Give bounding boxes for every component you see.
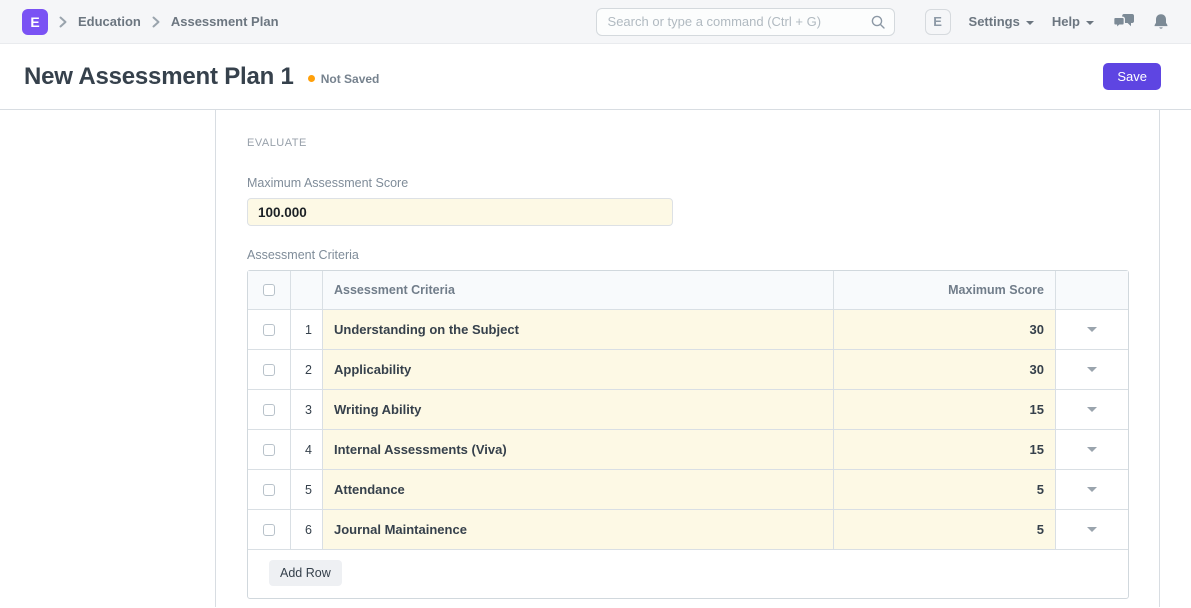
select-all-checkbox[interactable]: [263, 284, 275, 296]
row-checkbox-cell: [248, 510, 290, 549]
chevron-right-icon: [59, 16, 67, 28]
criteria-cell[interactable]: Understanding on the Subject: [322, 310, 833, 349]
grid-header-row: Assessment Criteria Maximum Score: [248, 271, 1128, 309]
search-input[interactable]: [596, 8, 895, 36]
criteria-cell[interactable]: Journal Maintainence: [322, 510, 833, 549]
navbar: E Education Assessment Plan E Settings H…: [0, 0, 1191, 44]
chevron-down-icon: [1087, 487, 1097, 492]
chevron-down-icon: [1026, 21, 1034, 25]
row-checkbox[interactable]: [263, 364, 275, 376]
not-saved-dot-icon: [308, 75, 315, 82]
page-head: New Assessment Plan 1 Not Saved Save: [0, 44, 1191, 110]
chevron-down-icon: [1087, 407, 1097, 412]
row-index: 1: [290, 310, 322, 349]
save-button[interactable]: Save: [1103, 63, 1161, 90]
max-score-input[interactable]: [247, 198, 673, 226]
content-area: EVALUATE Maximum Assessment Score Assess…: [0, 110, 1191, 607]
row-index: 3: [290, 390, 322, 429]
assessment-criteria-grid: Assessment Criteria Maximum Score 1 Unde…: [247, 270, 1129, 599]
table-row: 3 Writing Ability 15: [248, 389, 1128, 429]
score-cell[interactable]: 15: [833, 390, 1055, 429]
row-checkbox-cell: [248, 430, 290, 469]
form-body: EVALUATE Maximum Assessment Score Assess…: [216, 110, 1160, 607]
row-expand-button[interactable]: [1055, 390, 1128, 429]
table-row: 4 Internal Assessments (Viva) 15: [248, 429, 1128, 469]
page-title: New Assessment Plan 1: [24, 63, 294, 91]
header-actions-cell: [1055, 271, 1128, 309]
row-checkbox[interactable]: [263, 324, 275, 336]
chat-icon[interactable]: [1112, 13, 1135, 31]
row-expand-button[interactable]: [1055, 350, 1128, 389]
add-row-button[interactable]: Add Row: [269, 560, 342, 586]
grid-footer: Add Row: [248, 549, 1128, 598]
chevron-down-icon: [1086, 21, 1094, 25]
app-logo[interactable]: E: [22, 9, 48, 35]
row-index: 4: [290, 430, 322, 469]
row-expand-button[interactable]: [1055, 310, 1128, 349]
notifications-bell-icon[interactable]: [1153, 13, 1169, 31]
user-avatar[interactable]: E: [925, 9, 951, 35]
criteria-cell[interactable]: Internal Assessments (Viva): [322, 430, 833, 469]
table-row: 6 Journal Maintainence 5: [248, 509, 1128, 549]
chevron-right-icon: [152, 16, 160, 28]
form-sidebar-spacer: [0, 110, 216, 607]
criteria-cell[interactable]: Applicability: [322, 350, 833, 389]
row-checkbox[interactable]: [263, 484, 275, 496]
global-search: [596, 8, 895, 36]
right-spacer: [1160, 110, 1191, 607]
navbar-right: E Settings Help: [596, 8, 1169, 36]
score-cell[interactable]: 5: [833, 470, 1055, 509]
settings-label: Settings: [969, 14, 1020, 29]
row-checkbox[interactable]: [263, 404, 275, 416]
criteria-cell[interactable]: Attendance: [322, 470, 833, 509]
status-label: Not Saved: [321, 72, 380, 86]
row-expand-button[interactable]: [1055, 470, 1128, 509]
criteria-cell[interactable]: Writing Ability: [322, 390, 833, 429]
assessment-criteria-label: Assessment Criteria: [247, 248, 1159, 262]
score-cell[interactable]: 30: [833, 350, 1055, 389]
chevron-down-icon: [1087, 367, 1097, 372]
row-checkbox[interactable]: [263, 524, 275, 536]
help-menu[interactable]: Help: [1052, 14, 1094, 29]
row-checkbox-cell: [248, 350, 290, 389]
status-indicator: Not Saved: [308, 72, 380, 86]
help-label: Help: [1052, 14, 1080, 29]
score-cell[interactable]: 15: [833, 430, 1055, 469]
header-criteria-cell: Assessment Criteria: [322, 271, 833, 309]
row-index: 6: [290, 510, 322, 549]
row-expand-button[interactable]: [1055, 430, 1128, 469]
search-icon: [870, 14, 886, 35]
header-index-cell: [290, 271, 322, 309]
section-label-evaluate: EVALUATE: [247, 137, 1159, 149]
header-checkbox-cell: [248, 271, 290, 309]
chevron-down-icon: [1087, 327, 1097, 332]
row-index: 5: [290, 470, 322, 509]
score-cell[interactable]: 5: [833, 510, 1055, 549]
breadcrumb-assessment-plan[interactable]: Assessment Plan: [171, 14, 279, 29]
header-score-cell: Maximum Score: [833, 271, 1055, 309]
row-checkbox-cell: [248, 310, 290, 349]
grid-rows: 1 Understanding on the Subject 30 2 Appl…: [248, 309, 1128, 549]
max-score-label: Maximum Assessment Score: [247, 176, 1159, 190]
row-checkbox-cell: [248, 470, 290, 509]
table-row: 5 Attendance 5: [248, 469, 1128, 509]
chevron-down-icon: [1087, 447, 1097, 452]
table-row: 1 Understanding on the Subject 30: [248, 309, 1128, 349]
settings-menu[interactable]: Settings: [969, 14, 1034, 29]
row-expand-button[interactable]: [1055, 510, 1128, 549]
breadcrumb-education[interactable]: Education: [78, 14, 141, 29]
row-checkbox-cell: [248, 390, 290, 429]
chevron-down-icon: [1087, 527, 1097, 532]
table-row: 2 Applicability 30: [248, 349, 1128, 389]
row-index: 2: [290, 350, 322, 389]
score-cell[interactable]: 30: [833, 310, 1055, 349]
row-checkbox[interactable]: [263, 444, 275, 456]
